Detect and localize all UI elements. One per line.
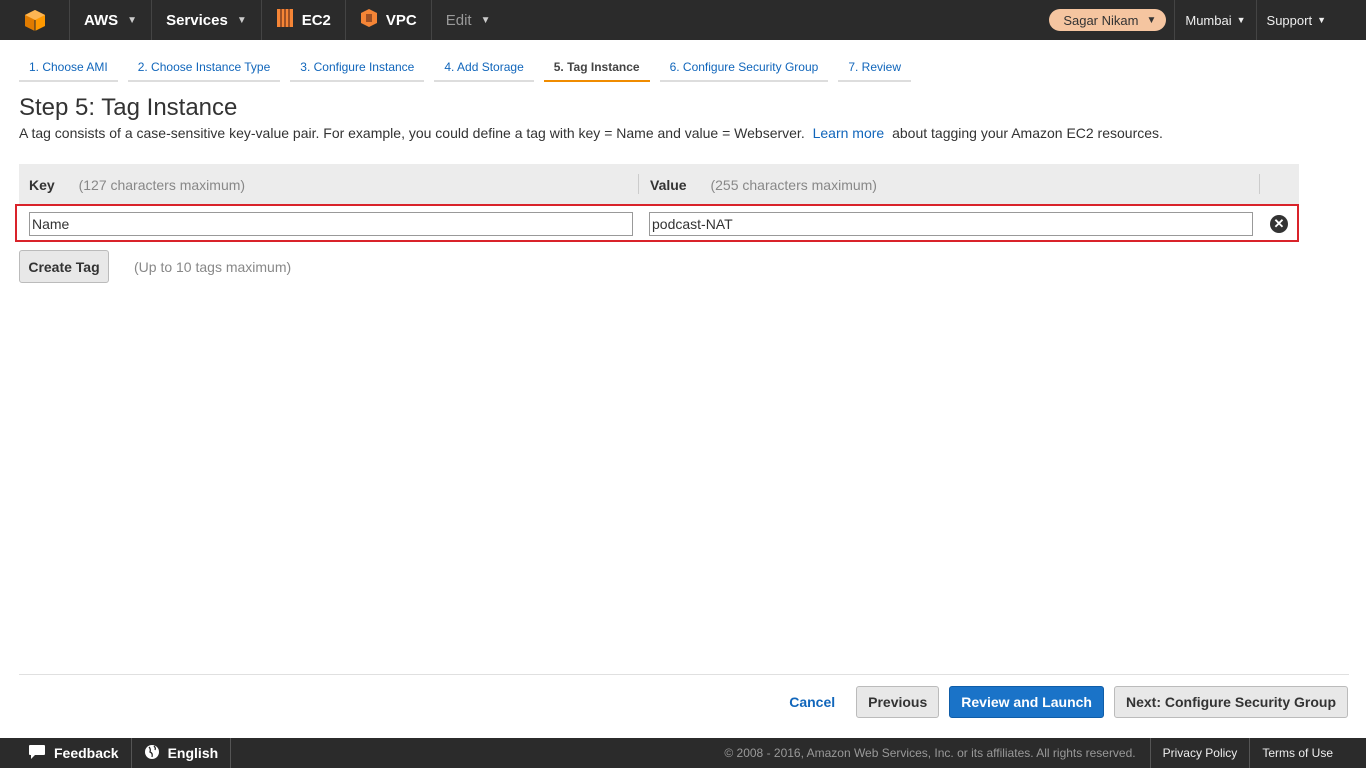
chevron-down-icon: ▼ [236,14,247,26]
language-label: English [167,745,219,761]
learn-more-link[interactable]: Learn more [813,125,885,141]
page-title: Step 5: Tag Instance [19,94,238,121]
top-navbar: AWS ▼ Services ▼ EC2 VPC Edit ▼ Sagar Ni… [0,0,1366,40]
language-selector[interactable]: English [132,738,232,768]
feedback-button[interactable]: Feedback [0,738,132,768]
chevron-down-icon: ▼ [1146,14,1157,26]
previous-button[interactable]: Previous [856,686,940,718]
tag-table-header: Key (127 characters maximum) Value (255 … [19,164,1299,205]
remove-tag-icon[interactable]: ✕ [1270,215,1288,233]
tab-configure-security-group[interactable]: 6. Configure Security Group [659,56,829,82]
page-description: A tag consists of a case-sensitive key-v… [19,125,1163,141]
region-label: Mumbai [1185,12,1232,28]
edit-menu-label: Edit [445,11,472,29]
aws-logo-icon[interactable] [0,0,70,40]
tag-key-input[interactable] [29,212,633,236]
value-column-header: Value (255 characters maximum) [650,177,877,193]
support-label: Support [1266,12,1313,28]
tab-choose-ami[interactable]: 1. Choose AMI [19,56,118,82]
chevron-down-icon: ▼ [1236,15,1246,25]
user-name: Sagar Nikam [1063,12,1139,28]
ec2-label: EC2 [301,11,331,29]
copyright-text: © 2008 - 2016, Amazon Web Services, Inc.… [724,746,1136,760]
key-header-hint: (127 characters maximum) [78,177,246,193]
region-menu[interactable]: Mumbai ▼ [1174,0,1255,40]
tag-value-input[interactable] [649,212,1253,236]
services-menu-label: Services [166,11,228,29]
column-divider [638,174,639,194]
privacy-policy-link[interactable]: Privacy Policy [1149,738,1250,768]
key-header-label: Key [29,177,55,193]
aws-menu-label: AWS [84,11,119,29]
speech-bubble-icon [28,744,46,763]
support-menu[interactable]: Support ▼ [1255,0,1366,40]
tab-add-storage[interactable]: 4. Add Storage [434,56,534,82]
tab-review[interactable]: 7. Review [838,56,911,82]
tags-max-hint: (Up to 10 tags maximum) [134,259,292,275]
ec2-icon [276,8,294,32]
description-text: A tag consists of a case-sensitive key-v… [19,125,805,141]
cancel-button[interactable]: Cancel [778,686,846,718]
tab-configure-instance[interactable]: 3. Configure Instance [290,56,425,82]
divider [19,674,1349,675]
table-row: ✕ [15,204,1299,242]
description-text-end: about tagging your Amazon EC2 resources. [892,125,1163,141]
tab-tag-instance[interactable]: 5. Tag Instance [543,56,650,82]
vpc-label: VPC [385,11,417,29]
chevron-down-icon: ▼ [480,14,491,26]
terms-of-use-link[interactable]: Terms of Use [1249,738,1366,768]
vpc-icon [360,8,378,32]
tab-choose-instance-type[interactable]: 2. Choose Instance Type [127,56,281,82]
key-column-header: Key (127 characters maximum) [29,177,245,193]
aws-menu[interactable]: AWS ▼ [70,0,153,40]
next-button[interactable]: Next: Configure Security Group [1113,686,1348,718]
review-and-launch-button[interactable]: Review and Launch [949,686,1104,718]
create-tag-button[interactable]: Create Tag [19,250,109,283]
edit-menu[interactable]: Edit ▼ [432,0,505,40]
chevron-down-icon: ▼ [127,14,138,26]
wizard-steps: 1. Choose AMI 2. Choose Instance Type 3.… [19,56,921,82]
user-account-menu[interactable]: Sagar Nikam ▼ [1049,9,1167,31]
chevron-down-icon: ▼ [1317,15,1326,25]
services-menu[interactable]: Services ▼ [152,0,262,40]
value-header-hint: (255 characters maximum) [710,177,877,193]
column-divider [1259,174,1260,194]
value-header-label: Value [650,177,687,193]
vpc-shortcut[interactable]: VPC [346,0,432,40]
footer-bar: Feedback English © 2008 - 2016, Amazon W… [0,738,1366,768]
wizard-actions: Cancel Previous Review and Launch Next: … [768,686,1348,718]
globe-icon [144,744,160,763]
feedback-label: Feedback [54,745,119,761]
ec2-shortcut[interactable]: EC2 [262,0,346,40]
